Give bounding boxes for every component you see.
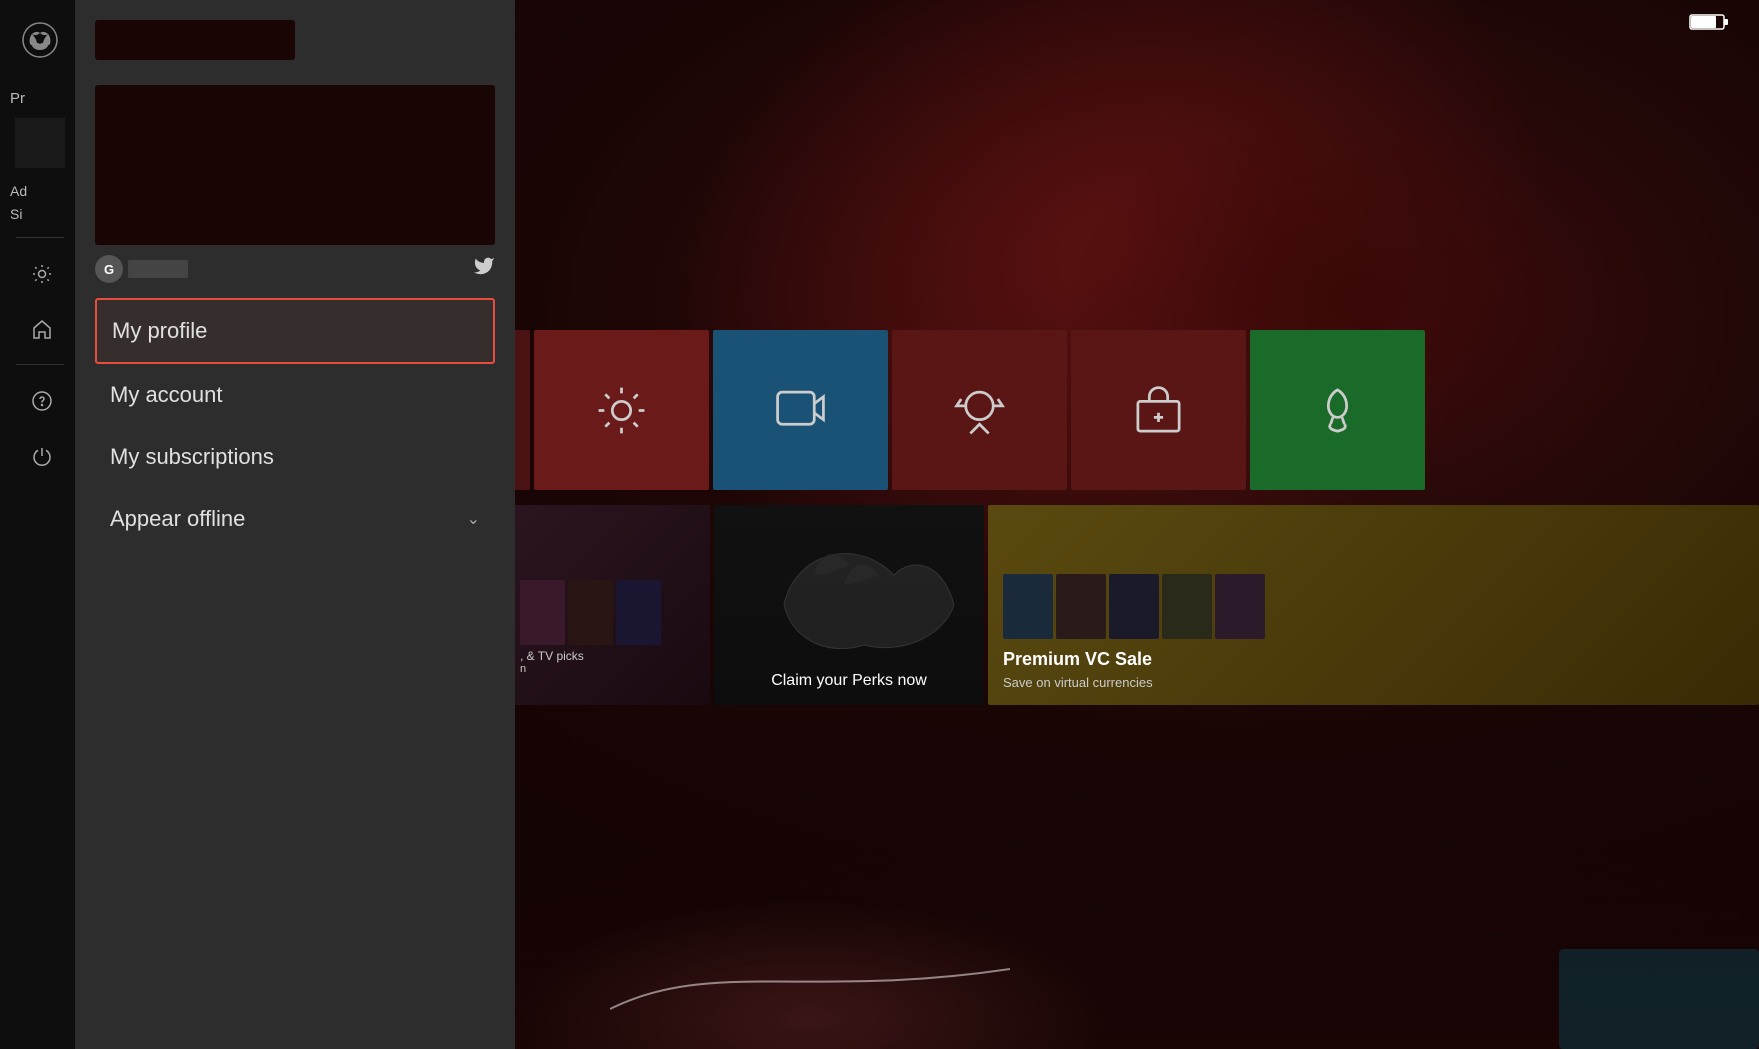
gamerscore-icon: G bbox=[95, 255, 123, 283]
sidebar-sign-label: Si bbox=[10, 206, 22, 222]
tile-video[interactable] bbox=[713, 330, 888, 490]
tile-store[interactable] bbox=[1071, 330, 1246, 490]
sidebar-item-home[interactable] bbox=[0, 301, 80, 356]
cards-row: , & TV picks n Claim your Perks now bbox=[510, 505, 1759, 705]
twitter-icon[interactable] bbox=[473, 255, 495, 283]
menu-item-my-subscriptions[interactable]: My subscriptions bbox=[95, 426, 495, 488]
card-premium-title: Premium VC Sale bbox=[1003, 649, 1744, 670]
sidebar-pro-label: Pr bbox=[10, 90, 25, 107]
profile-header bbox=[75, 0, 515, 85]
profile-panel: G My profile My account My subscriptions… bbox=[75, 0, 515, 1049]
game-thumb-1 bbox=[1003, 574, 1053, 639]
tiles-row bbox=[510, 330, 1759, 490]
card-movies-text: , & TV picks n bbox=[520, 649, 584, 675]
gamertag-redacted bbox=[128, 260, 188, 278]
movie-thumb-3 bbox=[616, 580, 661, 645]
game-thumb-5 bbox=[1215, 574, 1265, 639]
card-premium-subtitle: Save on virtual currencies bbox=[1003, 675, 1744, 690]
card-movies[interactable]: , & TV picks n bbox=[510, 505, 710, 705]
username-bar bbox=[95, 20, 295, 60]
profile-avatar-section bbox=[75, 85, 515, 245]
game-thumb-2 bbox=[1056, 574, 1106, 639]
card-dragon[interactable]: Claim your Perks now bbox=[714, 505, 984, 705]
sidebar-avatar-small bbox=[15, 118, 65, 168]
chevron-down-icon: ⌄ bbox=[467, 509, 480, 529]
card-premium-images bbox=[1003, 574, 1744, 639]
game-thumb-4 bbox=[1162, 574, 1212, 639]
sidebar-add-label: Ad bbox=[10, 183, 27, 199]
sidebar-divider-1 bbox=[16, 237, 64, 238]
sidebar-item-power[interactable] bbox=[0, 428, 80, 483]
bottom-area bbox=[510, 849, 1759, 1049]
tile-settings[interactable] bbox=[534, 330, 709, 490]
movie-thumb-1 bbox=[520, 580, 565, 645]
sidebar: Pr Ad Si bbox=[0, 0, 80, 1049]
card-premium[interactable]: Premium VC Sale Save on virtual currenci… bbox=[988, 505, 1759, 705]
sidebar-item-settings[interactable] bbox=[0, 246, 80, 301]
battery-icon bbox=[1689, 12, 1729, 32]
game-thumb-3 bbox=[1109, 574, 1159, 639]
movie-thumb-2 bbox=[568, 580, 613, 645]
xbox-logo[interactable] bbox=[20, 20, 60, 60]
gamertag-icons-row: G bbox=[75, 245, 515, 293]
menu-items-container: My profile My account My subscriptions A… bbox=[75, 298, 515, 1049]
main-content: , & TV picks n Claim your Perks now bbox=[510, 0, 1759, 1049]
menu-item-my-account[interactable]: My account bbox=[95, 364, 495, 426]
menu-item-my-profile[interactable]: My profile bbox=[95, 298, 495, 364]
menu-item-appear-offline[interactable]: Appear offline ⌄ bbox=[95, 488, 495, 550]
tile-gamepass[interactable] bbox=[1250, 330, 1425, 490]
card-dragon-text: Claim your Perks now bbox=[771, 672, 927, 690]
bottom-right-teal bbox=[1559, 949, 1759, 1049]
tile-achievements[interactable] bbox=[892, 330, 1067, 490]
sidebar-divider-2 bbox=[16, 364, 64, 365]
profile-avatar-large bbox=[95, 85, 495, 245]
top-bar bbox=[1659, 0, 1759, 44]
sidebar-item-help[interactable] bbox=[0, 373, 80, 428]
